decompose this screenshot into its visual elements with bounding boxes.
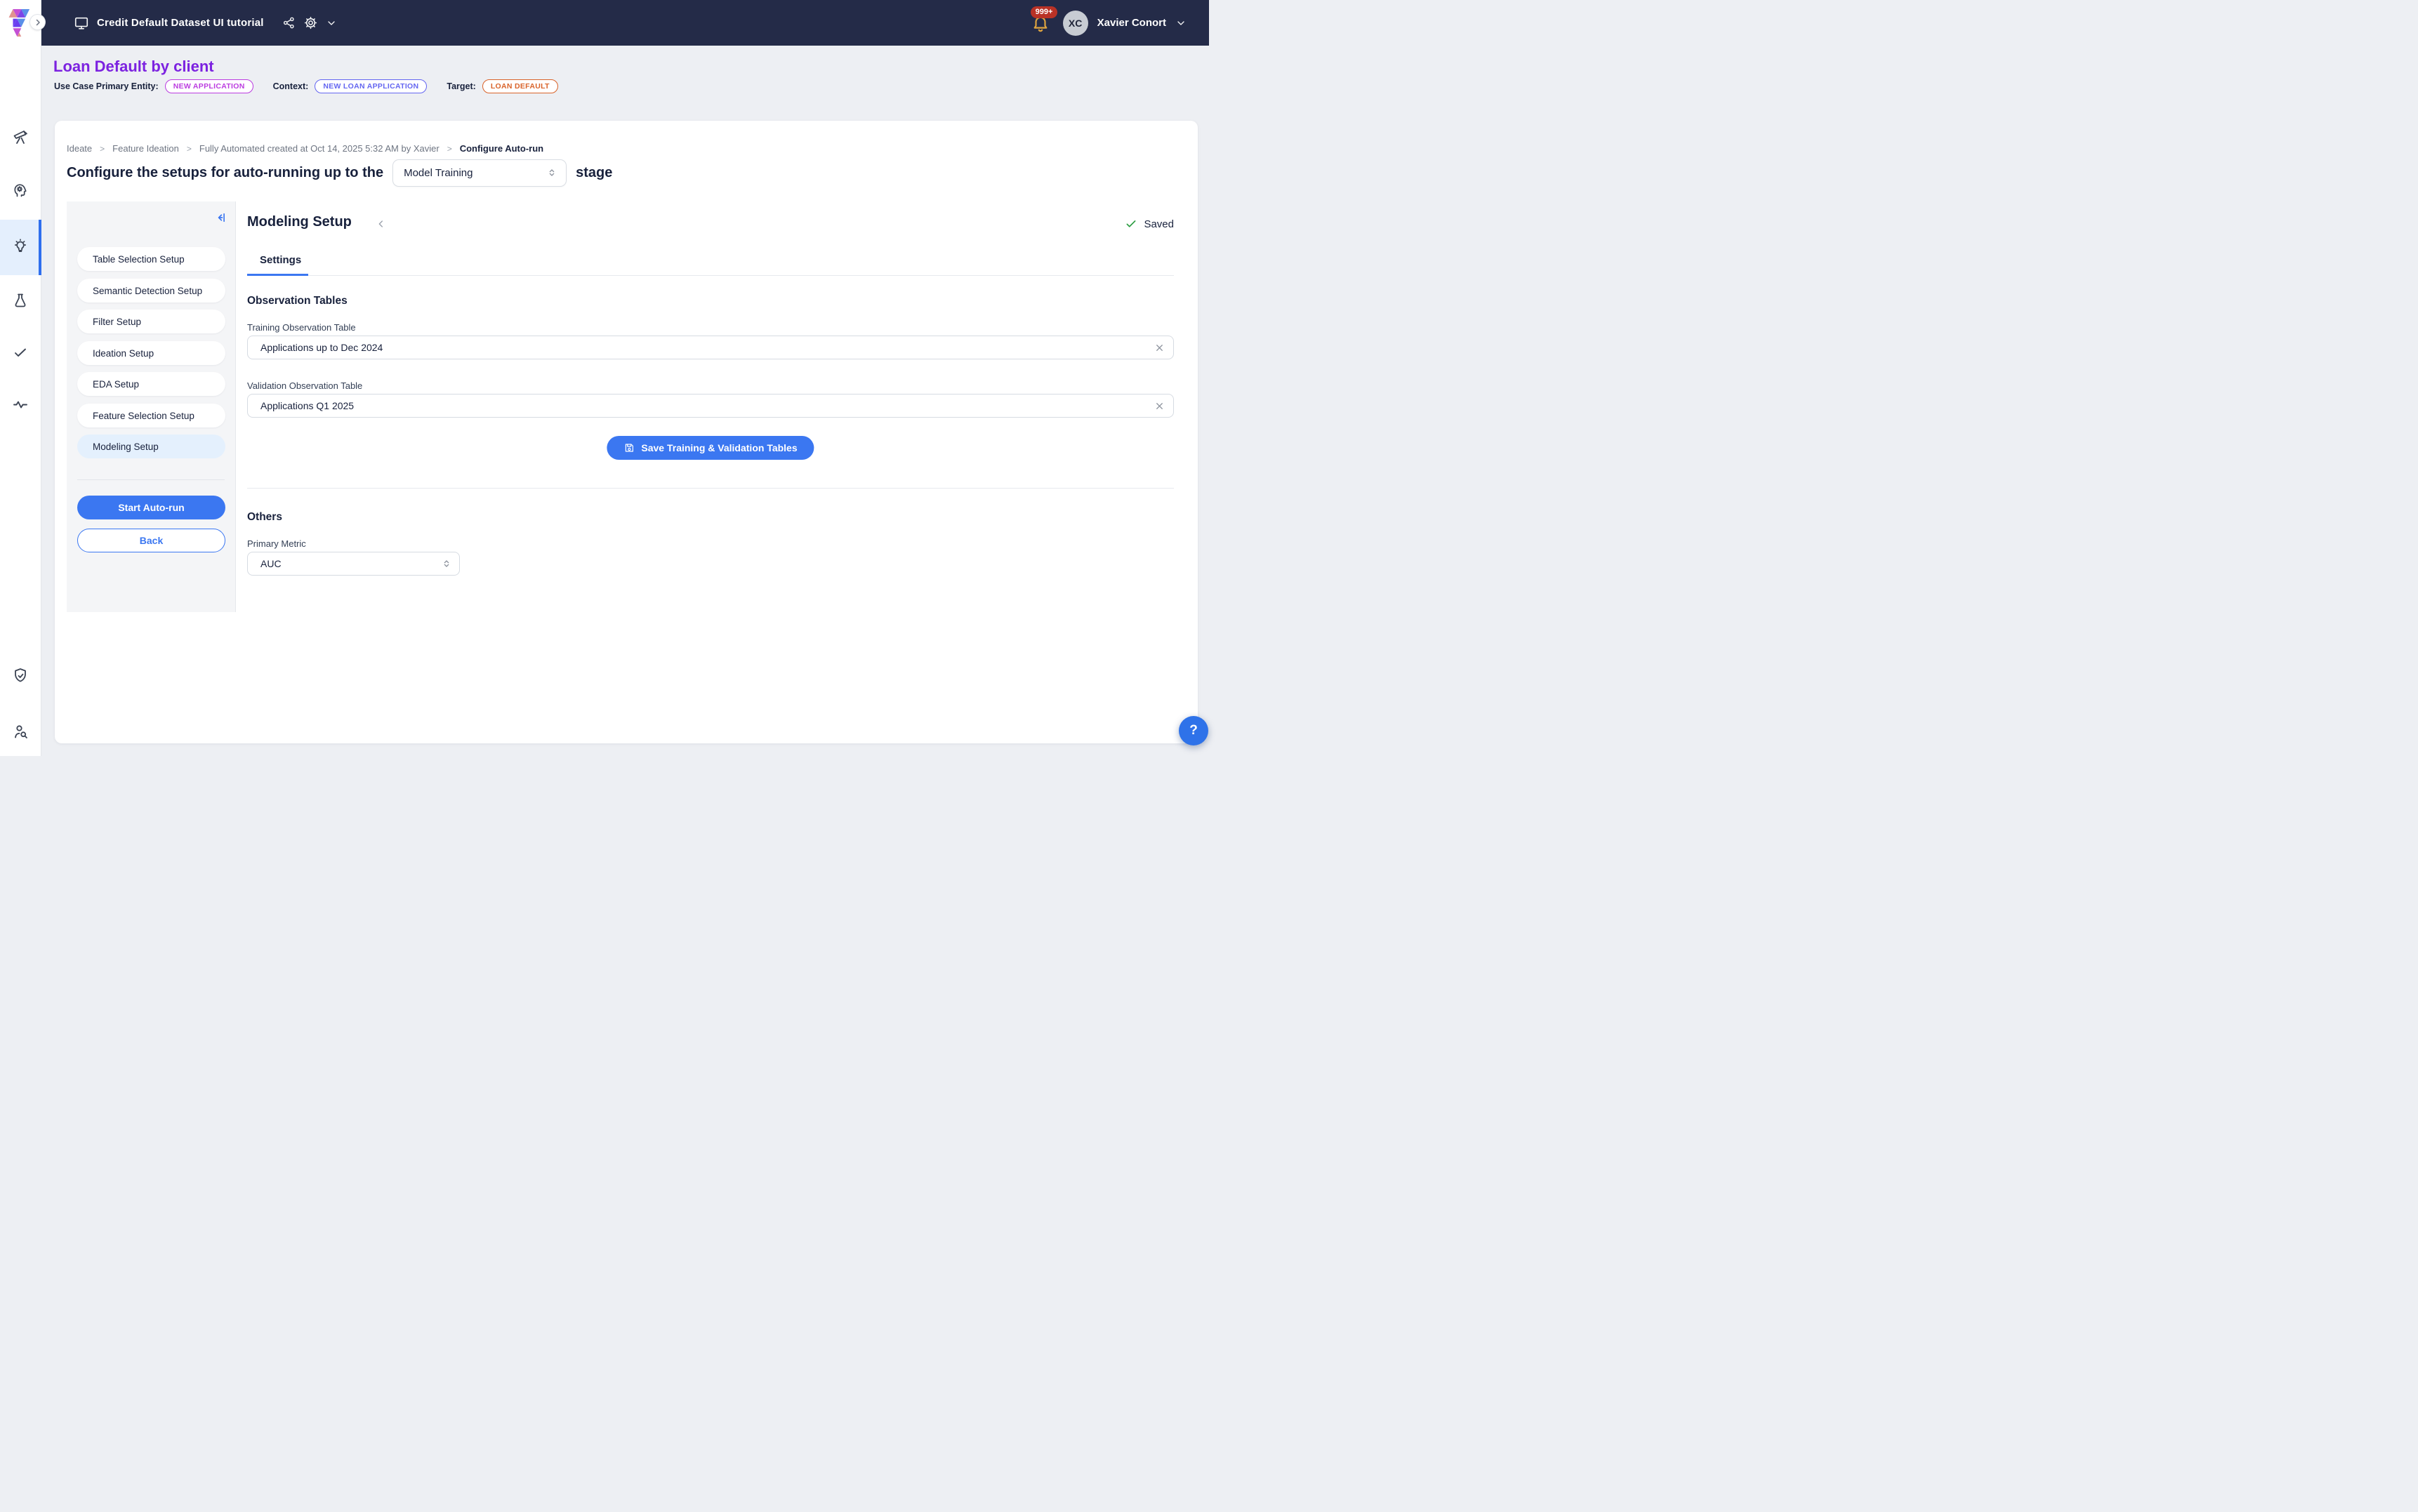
user-name[interactable]: Xavier Conort [1097,17,1166,29]
validation-table-label: Validation Observation Table [247,380,362,391]
context-label: Context: [273,81,309,91]
avatar[interactable]: XC [1063,11,1088,36]
saved-status: Saved [1125,218,1174,230]
select-chevrons-icon [441,558,452,569]
configure-autorun-card: Ideate > Feature Ideation > Fully Automa… [55,121,1198,743]
notifications-bell-icon[interactable]: 999+ [1031,14,1050,32]
head-gear-icon[interactable] [12,182,29,199]
top-navbar: Credit Default Dataset UI tutorial 99 [41,0,1209,46]
clear-validation-table-icon[interactable] [1154,401,1165,411]
shield-check-icon[interactable] [12,667,29,684]
pulse-icon[interactable] [12,396,29,413]
panel-divider [77,479,225,480]
validation-table-value: Applications Q1 2025 [260,400,354,411]
training-table-input[interactable]: Applications up to Dec 2024 [247,336,1174,359]
breadcrumb-separator: > [187,144,192,154]
flask-icon[interactable] [12,292,29,309]
breadcrumb-feature-ideation[interactable]: Feature Ideation [112,143,179,154]
expand-sidebar-button[interactable] [30,15,45,29]
user-menu-chevron-down-icon[interactable] [1175,18,1187,29]
page-title: Loan Default by client [53,58,214,76]
primary-metric-label: Primary Metric [247,538,306,549]
context-badge: NEW LOAN APPLICATION [315,79,427,93]
step-semantic-detection-setup[interactable]: Semantic Detection Setup [77,279,225,303]
collapse-panel-icon[interactable] [215,211,227,224]
use-case-meta-row: Use Case Primary Entity: NEW APPLICATION… [54,79,558,93]
monitor-icon [74,15,89,31]
tab-underline [247,275,1174,276]
step-table-selection-setup[interactable]: Table Selection Setup [77,247,225,271]
training-table-label: Training Observation Table [247,322,356,333]
featurebyte-logo-icon [8,9,32,37]
sidebar [0,0,41,756]
target-label: Target: [447,81,475,91]
modeling-setup-content: Modeling Setup Saved Settings Observatio… [247,121,1174,743]
step-modeling-setup[interactable]: Modeling Setup [77,435,225,458]
target-badge: LOAN DEFAULT [482,79,558,93]
back-button[interactable]: Back [77,529,225,552]
observation-tables-title: Observation Tables [247,295,348,307]
lightbulb-icon[interactable] [12,237,29,254]
notification-count-badge: 999+ [1031,6,1058,18]
check-icon[interactable] [12,344,29,361]
telescope-icon[interactable] [12,128,29,145]
tab-settings[interactable]: Settings [260,254,301,266]
help-button[interactable]: ? [1179,716,1208,745]
tab-active-indicator [247,274,308,276]
step-filter-setup[interactable]: Filter Setup [77,310,225,333]
step-eda-setup[interactable]: EDA Setup [77,372,225,396]
clear-training-table-icon[interactable] [1154,343,1165,353]
start-autorun-button[interactable]: Start Auto-run [77,496,225,519]
primary-entity-label: Use Case Primary Entity: [54,81,159,91]
section-divider [247,488,1174,489]
gear-icon[interactable] [303,15,318,30]
chevron-left-icon[interactable] [376,218,387,230]
user-search-icon[interactable] [12,723,29,740]
share-icon[interactable] [282,16,296,29]
save-tables-label: Save Training & Validation Tables [641,442,797,453]
primary-metric-value: AUC [260,558,282,569]
validation-table-input[interactable]: Applications Q1 2025 [247,394,1174,418]
saved-check-icon [1125,218,1137,230]
breadcrumb-separator: > [100,144,105,154]
modeling-setup-title: Modeling Setup [247,214,352,230]
sidebar-active-bar [39,220,41,275]
step-feature-selection-setup[interactable]: Feature Selection Setup [77,404,225,427]
save-icon [623,442,635,453]
saved-label: Saved [1144,218,1174,230]
others-title: Others [247,511,282,524]
primary-metric-select[interactable]: AUC [247,552,460,576]
training-table-value: Applications up to Dec 2024 [260,342,383,353]
save-tables-button[interactable]: Save Training & Validation Tables [607,436,814,460]
project-menu-chevron-down-icon[interactable] [326,18,337,29]
setup-steps-panel: Table Selection Setup Semantic Detection… [67,201,236,612]
step-ideation-setup[interactable]: Ideation Setup [77,341,225,365]
primary-entity-badge: NEW APPLICATION [165,79,253,93]
project-title: Credit Default Dataset UI tutorial [97,17,264,29]
breadcrumb-ideate[interactable]: Ideate [67,143,92,154]
